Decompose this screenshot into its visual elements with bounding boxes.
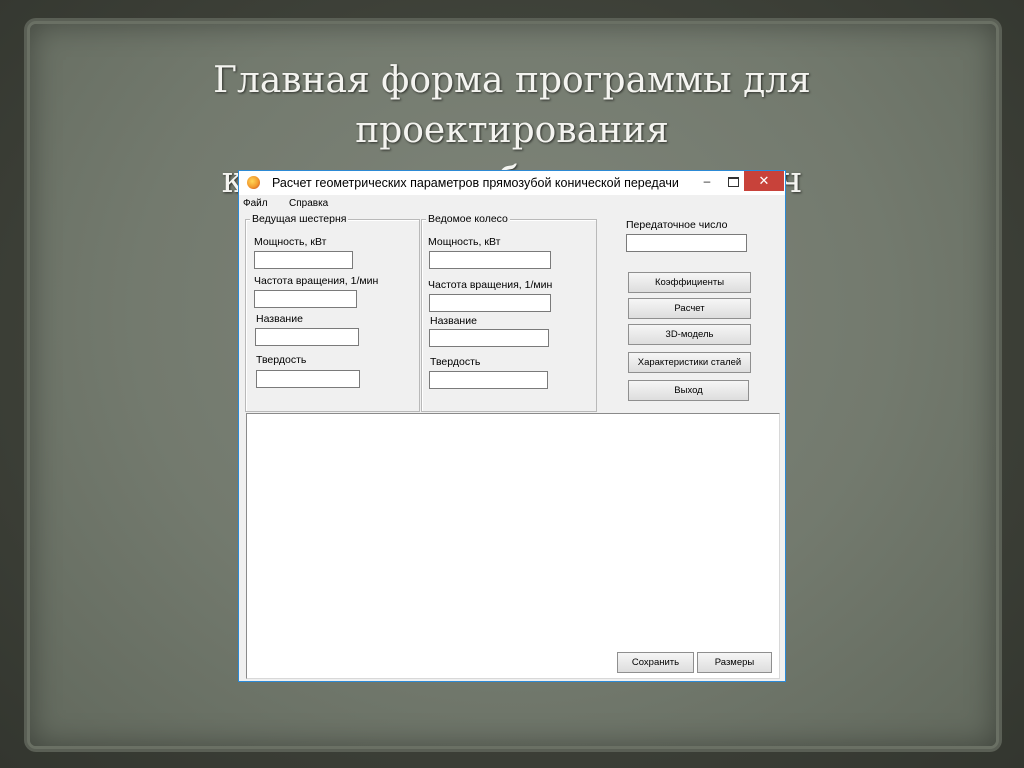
steel-properties-button[interactable]: Характеристики сталей [628,352,751,373]
exit-button[interactable]: Выход [628,380,749,401]
menu-help[interactable]: Справка [289,198,328,209]
driven-hardness-label: Твердость [430,356,481,368]
maximize-icon [727,176,739,187]
app-window: Расчет геометрических параметров прямозу… [238,170,786,682]
driving-name-input[interactable] [255,328,359,346]
driving-name-label: Название [256,313,303,325]
driving-power-label: Мощность, кВт [254,236,327,248]
close-button[interactable]: ✕ [744,171,784,191]
maximize-button[interactable] [721,171,745,191]
window-titlebar[interactable]: Расчет геометрических параметров прямозу… [239,171,785,195]
slide-title-line-1: Главная форма программы для проектирован… [213,60,811,151]
coefficients-button[interactable]: Коэффициенты [628,272,751,293]
app-icon [247,176,260,189]
driving-hardness-label: Твердость [256,354,307,366]
driving-power-input[interactable] [254,251,353,269]
driving-hardness-input[interactable] [256,370,360,388]
window-title: Расчет геометрических параметров прямозу… [272,176,679,190]
calculate-button[interactable]: Расчет [628,298,751,319]
driving-speed-input[interactable] [254,290,357,308]
menu-file[interactable]: Файл [243,198,268,209]
sizes-button[interactable]: Размеры [697,652,772,673]
driven-gear-group: Ведомое колесо Мощность, кВт Частота вра… [421,213,597,412]
driven-speed-input[interactable] [429,294,551,312]
driven-speed-label: Частота вращения, 1/мин [428,279,553,291]
driving-gear-group: Ведущая шестерня Мощность, кВт Частота в… [245,213,420,412]
driven-name-input[interactable] [429,329,549,347]
3d-model-button[interactable]: 3D-модель [628,324,751,345]
driving-gear-legend: Ведущая шестерня [250,213,349,225]
driven-gear-legend: Ведомое колесо [426,213,510,225]
output-text-area[interactable] [246,413,780,679]
driving-speed-label: Частота вращения, 1/мин [254,275,379,287]
driven-name-label: Название [430,315,477,327]
minimize-button[interactable]: – [695,171,719,191]
menu-bar: Файл Справка [239,196,785,211]
driven-power-label: Мощность, кВт [428,236,501,248]
driven-power-input[interactable] [429,251,551,269]
gear-ratio-label: Передаточное число [626,219,728,231]
driven-hardness-input[interactable] [429,371,548,389]
save-button[interactable]: Сохранить [617,652,694,673]
gear-ratio-input[interactable] [626,234,747,252]
